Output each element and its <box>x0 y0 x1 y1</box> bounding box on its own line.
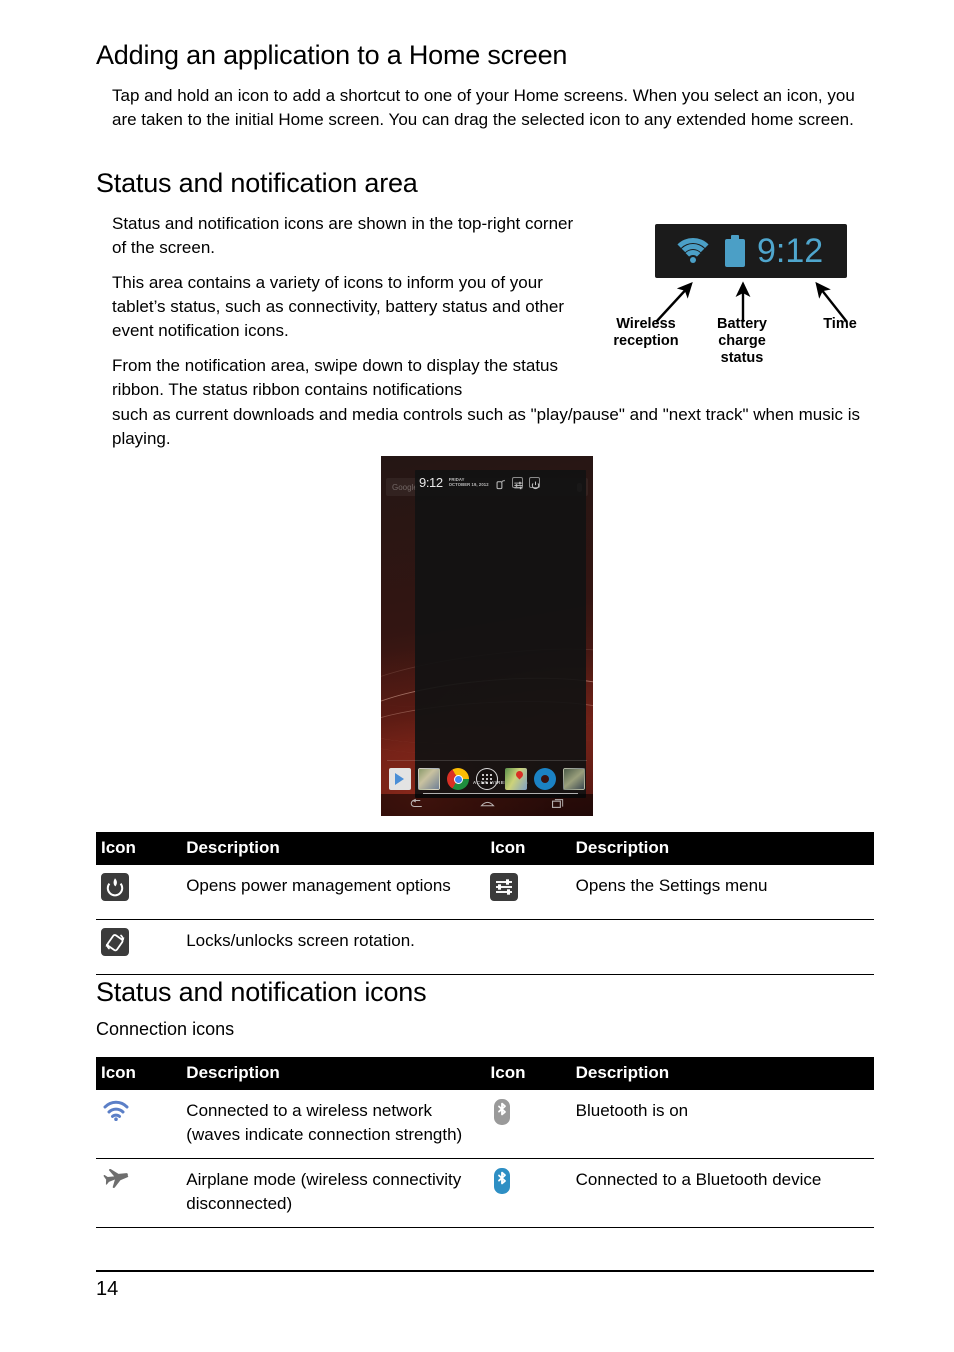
status-bar-time: 9:12 <box>757 231 824 270</box>
cell-description-wifi: Connected to a wireless network (waves i… <box>181 1090 486 1159</box>
battery-icon <box>725 235 745 267</box>
ribbon-time: 9:12 <box>419 474 443 490</box>
cell-icon-airplane <box>96 1158 182 1228</box>
header-icon-left: Icon <box>96 1057 182 1090</box>
status-area-paragraph-1: Status and notification icons are shown … <box>112 214 574 257</box>
cell-icon-rotation-lock <box>96 919 182 975</box>
chrome-icon[interactable] <box>447 768 469 790</box>
cell-description-bluetooth-connected: Connected to a Bluetooth device <box>570 1158 874 1228</box>
power-icon <box>101 873 129 901</box>
cell-icon-empty <box>485 919 571 975</box>
settings-sliders-icon[interactable] <box>511 476 523 489</box>
home-icon[interactable] <box>480 796 495 814</box>
table-quick-settings: Icon Description Icon Description Opens … <box>96 832 874 975</box>
table-row: Airplane mode (wireless connectivity dis… <box>96 1158 874 1228</box>
header-description-right: Description <box>570 1057 874 1090</box>
search-placeholder: Google <box>392 482 418 492</box>
cell-description-settings: Opens the Settings menu <box>570 865 874 920</box>
table-row: Opens power management options Opens the… <box>96 865 874 920</box>
cell-description-empty <box>570 919 874 975</box>
play-store-icon[interactable] <box>389 768 411 790</box>
document-page: Adding an application to a Home screen T… <box>0 0 954 1352</box>
callout-time: Time <box>823 316 857 332</box>
heading-status-and-notification-icons: Status and notification icons <box>96 977 427 1007</box>
cell-description-rotation-lock: Locks/unlocks screen rotation. <box>181 919 486 975</box>
status-ribbon-panel: 9:12 FRIDAY OCTOBER 19, 2012 ACER WIRELE… <box>415 470 586 798</box>
heading-status-and-notification-area: Status and notification area <box>96 168 418 198</box>
table-row: Connected to a wireless network (waves i… <box>96 1090 874 1159</box>
header-icon-right: Icon <box>485 1057 571 1090</box>
status-bar-figure: 9:12 <box>655 224 847 278</box>
page-title-home-screen: Adding an application to a Home screen <box>96 40 568 70</box>
wifi-icon <box>671 236 715 266</box>
app-drawer-icon[interactable] <box>476 768 498 790</box>
maps-icon[interactable] <box>505 768 527 790</box>
status-area-paragraph-3-wide: such as current downloads and media cont… <box>112 405 860 448</box>
status-area-paragraph-2: This area contains a variety of icons to… <box>112 273 565 340</box>
subheading-connection-icons: Connection icons <box>96 1019 235 1039</box>
cell-icon-bluetooth-connected <box>485 1158 571 1228</box>
cell-description-airplane: Airplane mode (wireless connectivity dis… <box>181 1158 486 1228</box>
status-area-paragraph-3-narrow: From the notification area, swipe down t… <box>112 356 559 399</box>
footer-rule <box>96 1270 874 1272</box>
header-description-left: Description <box>181 1057 486 1090</box>
cell-icon-wifi <box>96 1090 182 1159</box>
rotation-lock-icon[interactable] <box>495 477 506 489</box>
header-icon-right: Icon <box>485 832 571 865</box>
circle-app-icon[interactable] <box>534 768 556 790</box>
tablet-screenshot: Google 9:12 FRIDAY OCTOBER 19, 2012 ACER… <box>381 456 593 816</box>
cell-description-power: Opens power management options <box>181 865 486 920</box>
table-connection-icons: Icon Description Icon Description Connec… <box>96 1057 874 1228</box>
dock <box>381 760 593 794</box>
back-icon[interactable] <box>409 796 424 814</box>
gallery-icon[interactable] <box>418 768 440 790</box>
cell-icon-bluetooth-on <box>485 1090 571 1159</box>
cell-icon-settings <box>485 865 571 920</box>
cell-description-bluetooth-on: Bluetooth is on <box>570 1090 874 1159</box>
photos-icon[interactable] <box>563 768 585 790</box>
navigation-bar <box>381 794 593 816</box>
header-description-right: Description <box>570 832 874 865</box>
rotation-lock-icon <box>101 928 129 956</box>
header-description-left: Description <box>181 832 486 865</box>
recents-icon[interactable] <box>551 796 565 814</box>
table-header-row: Icon Description Icon Description <box>96 1057 874 1090</box>
table-row: Locks/unlocks screen rotation. <box>96 919 874 975</box>
table-header-row: Icon Description Icon Description <box>96 832 874 865</box>
wifi-icon <box>101 1100 131 1126</box>
bluetooth-icon <box>491 1099 513 1130</box>
bluetooth-icon <box>491 1168 513 1199</box>
power-icon[interactable] <box>528 476 540 489</box>
airplane-icon <box>101 1168 131 1197</box>
callout-battery-charge-status: Battery charge status <box>717 316 767 366</box>
page-number: 14 <box>96 1278 119 1300</box>
settings-sliders-icon <box>490 873 519 901</box>
header-icon-left: Icon <box>96 832 182 865</box>
cell-icon-power <box>96 865 182 920</box>
home-screen-paragraph: Tap and hold an icon to add a shortcut t… <box>112 86 855 129</box>
ribbon-date-full: OCTOBER 19, 2012 <box>448 482 489 487</box>
callout-wireless-reception: Wireless reception <box>613 316 679 349</box>
